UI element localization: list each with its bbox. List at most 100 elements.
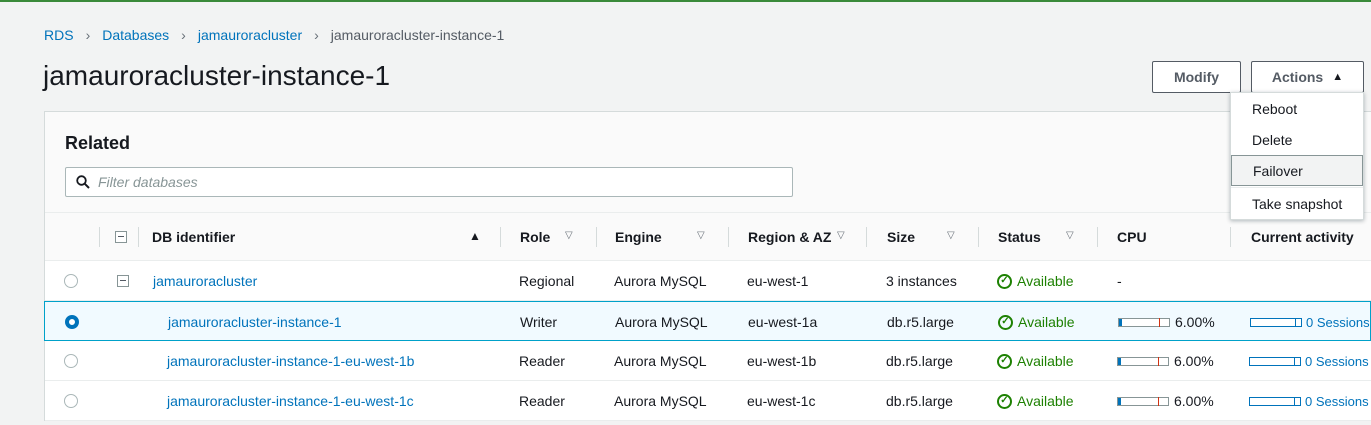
cpu-value: 6.00% [1175,314,1215,330]
column-divider [866,227,867,247]
sort-icon[interactable]: ▽ [697,230,705,241]
engine-cell: Aurora MySQL [614,393,707,409]
sort-icon[interactable]: ▽ [1066,230,1074,241]
cpu-value: 6.00% [1174,353,1214,369]
status-badge: ✓ Available [998,302,1075,342]
breadcrumb-databases[interactable]: Databases [102,27,169,43]
column-divider [138,227,139,247]
db-identifier-link[interactable]: jamauroracluster [153,273,257,289]
col-status[interactable]: Status [998,213,1041,261]
status-label: Available [1017,393,1074,409]
db-identifier-link[interactable]: jamauroracluster-instance-1 [168,314,342,330]
activity-cell: 0 Sessions [1249,381,1369,421]
modify-label: Modify [1173,69,1220,85]
cpu-value: 6.00% [1174,393,1214,409]
cpu-cell: - [1117,273,1122,289]
col-region-az[interactable]: Region & AZ [748,213,831,261]
cpu-bar [1118,317,1170,327]
row-radio-selected[interactable] [65,315,79,329]
chevron-right-icon: › [314,27,319,43]
cpu-bar [1117,396,1169,406]
sort-icon[interactable]: ▽ [947,230,955,241]
status-badge: ✓ Available [997,341,1074,381]
table-row[interactable]: jamauroracluster Regional Aurora MySQL e… [45,261,1371,301]
row-radio[interactable] [64,274,78,288]
size-cell: db.r5.large [887,314,954,330]
db-identifier-link[interactable]: jamauroracluster-instance-1-eu-west-1c [167,393,414,409]
caret-up-icon: ▲ [1332,71,1344,83]
breadcrumb-current: jamauroracluster-instance-1 [330,27,505,43]
actions-label: Actions [1271,69,1324,85]
sessions-link[interactable]: 0 Sessions [1305,394,1369,409]
menu-item-reboot[interactable]: Reboot [1231,93,1363,124]
column-divider [99,227,100,247]
sort-icon[interactable]: ▽ [565,230,573,241]
engine-cell: Aurora MySQL [614,353,707,369]
sessions-link[interactable]: 0 Sessions [1305,354,1369,369]
col-engine[interactable]: Engine [615,213,662,261]
menu-item-delete[interactable]: Delete [1231,124,1363,155]
table-row-selected[interactable]: jamauroracluster-instance-1 Writer Auror… [44,301,1371,341]
region-cell: eu-west-1a [748,314,818,330]
chevron-right-icon: › [181,27,186,43]
sessions-bar [1249,396,1301,406]
role-cell: Reader [519,353,565,369]
collapse-icon [115,231,127,243]
row-radio[interactable] [64,354,78,368]
actions-dropdown-menu: Reboot Delete Failover Take snapshot [1230,92,1364,220]
page-title: jamauroracluster-instance-1 [43,60,391,91]
menu-item-take-snapshot[interactable]: Take snapshot [1231,188,1363,219]
status-badge: ✓ Available [997,261,1074,301]
status-badge: ✓ Available [997,381,1074,421]
col-current-activity[interactable]: Current activity [1251,213,1354,261]
expand-all-toggle[interactable] [115,213,127,261]
activity-cell: 0 Sessions [1250,302,1370,342]
engine-cell: Aurora MySQL [614,273,707,289]
table-row[interactable]: jamauroracluster-instance-1-eu-west-1b R… [45,341,1371,381]
activity-cell: 0 Sessions [1249,341,1369,381]
cpu-cell: 6.00% [1117,341,1214,381]
column-divider [500,227,501,247]
menu-item-failover[interactable]: Failover [1231,155,1363,186]
related-header: Related [45,112,1371,213]
column-divider [1097,227,1098,247]
row-radio[interactable] [64,394,78,408]
size-cell: db.r5.large [886,393,953,409]
role-cell: Writer [520,314,558,330]
top-accent-line [0,0,1371,2]
status-label: Available [1017,353,1074,369]
check-circle-icon: ✓ [997,393,1012,409]
region-cell: eu-west-1 [747,273,809,289]
column-divider [596,227,597,247]
cpu-bar [1117,356,1169,366]
db-identifier-link[interactable]: jamauroracluster-instance-1-eu-west-1b [167,353,414,369]
status-label: Available [1018,314,1075,330]
modify-button[interactable]: Modify [1152,61,1241,93]
col-size[interactable]: Size [887,213,915,261]
col-role[interactable]: Role [520,213,550,261]
related-panel: Related DB identifier ▲ Role ▽ Engine ▽ … [44,111,1371,421]
breadcrumb: RDS › Databases › jamauroracluster › jam… [44,27,504,43]
chevron-right-icon: › [85,27,91,43]
table-header: DB identifier ▲ Role ▽ Engine ▽ Region &… [45,213,1371,261]
actions-button[interactable]: Actions ▲ [1251,61,1364,93]
sort-icon[interactable]: ▽ [837,230,845,241]
check-circle-icon: ✓ [997,273,1012,289]
breadcrumb-cluster[interactable]: jamauroracluster [198,27,302,43]
collapse-icon[interactable] [117,275,129,287]
breadcrumb-rds[interactable]: RDS [44,27,74,43]
column-divider [978,227,979,247]
region-cell: eu-west-1b [747,353,817,369]
search-icon [76,175,90,189]
filter-databases[interactable] [65,167,793,197]
related-title: Related [65,133,131,153]
filter-input[interactable] [98,174,748,190]
check-circle-icon: ✓ [997,353,1012,369]
sessions-link[interactable]: 0 Sessions [1306,315,1370,330]
col-db-identifier[interactable]: DB identifier [152,213,235,261]
col-cpu[interactable]: CPU [1117,213,1147,261]
table-row[interactable]: jamauroracluster-instance-1-eu-west-1c R… [45,381,1371,421]
status-label: Available [1017,273,1074,289]
check-circle-icon: ✓ [998,314,1013,330]
sort-asc-icon[interactable]: ▲ [469,229,481,243]
